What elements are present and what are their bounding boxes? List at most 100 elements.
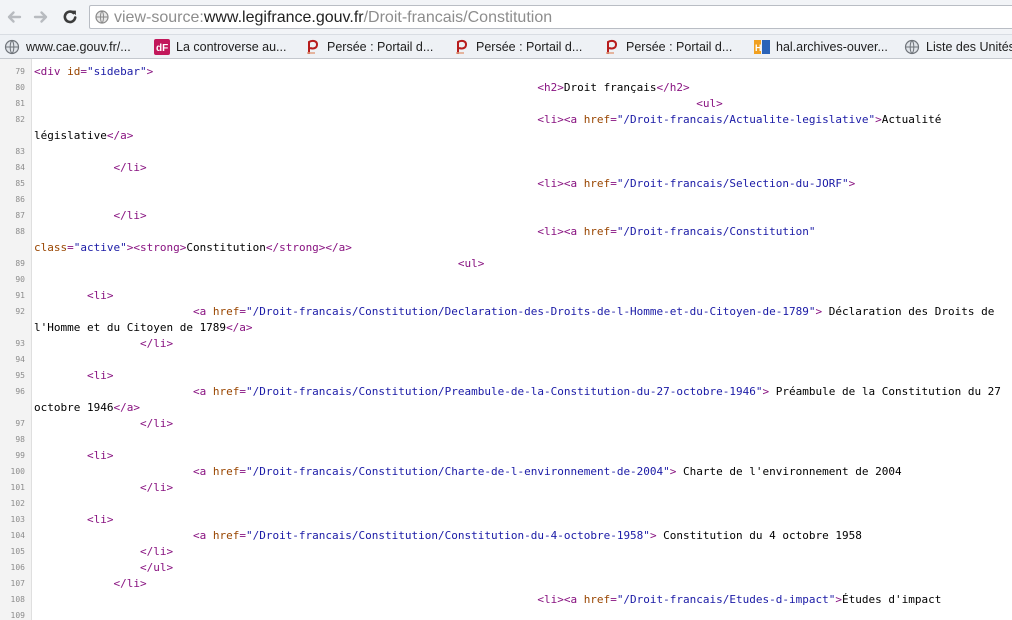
source-token: <ul> <box>457 257 485 270</box>
source-token: <li> <box>86 369 114 382</box>
reload-icon <box>61 8 79 26</box>
source-line: l'Homme et du Citoyen de 1789</a> <box>34 320 253 336</box>
back-button[interactable] <box>3 6 25 28</box>
svg-text:H: H <box>755 43 762 53</box>
line-number: 87 <box>15 211 25 220</box>
source-token <box>34 113 537 126</box>
source-token: Constitution <box>186 241 266 254</box>
source-token: href <box>212 385 240 398</box>
source-line: <div id="sidebar"> <box>34 64 153 80</box>
source-token: Constitution du 4 octobre 1958 <box>656 529 862 542</box>
line-number: 93 <box>15 339 25 348</box>
source-token: = <box>239 529 246 542</box>
source-token <box>34 513 87 526</box>
line-number: 101 <box>10 483 25 492</box>
source-token: = <box>67 241 74 254</box>
line-number: 103 <box>10 515 25 524</box>
bookmarks-bar: www.cae.gouv.fr/... dF La controverse au… <box>0 35 1012 59</box>
page-globe-icon <box>95 10 109 24</box>
source-line: </li> <box>34 576 147 592</box>
bookmark-label: Persée : Portail d... <box>327 39 434 54</box>
bookmark-liste-unites[interactable]: Liste des Unités <box>904 37 1012 56</box>
source-token: href <box>583 177 611 190</box>
forward-button[interactable] <box>30 6 52 28</box>
bookmark-hal[interactable]: H hal.archives-ouver... <box>754 37 888 56</box>
source-token: "active" <box>73 241 127 254</box>
source-token: "/Droit-francais/Constitution/Charte-de-… <box>245 465 670 478</box>
source-token: "/Droit-francais/Constitution/Constituti… <box>245 529 650 542</box>
source-token: </li> <box>139 337 174 350</box>
bookmark-persee-1[interactable]: Persée : Portail d... <box>305 37 433 56</box>
source-token: href <box>583 593 611 606</box>
source-line: <li><a href="/Droit-francais/Actualite-l… <box>34 112 941 128</box>
bookmark-label: Liste des Unités <box>926 39 1012 54</box>
url-host: www.legifrance.gouv.fr <box>203 9 364 26</box>
line-number: 106 <box>10 563 25 572</box>
line-number: 80 <box>15 83 25 92</box>
source-line: <ul> <box>34 96 723 112</box>
source-token <box>34 177 537 190</box>
reload-button[interactable] <box>59 6 81 28</box>
line-number: 105 <box>10 547 25 556</box>
source-token: "/Droit-francais/Constitution/Declaratio… <box>245 305 816 318</box>
source-token <box>34 209 113 222</box>
globe-icon <box>4 39 20 55</box>
source-view[interactable]: 79 <div id="sidebar"> 80 <h2>Droit françai… <box>0 59 1012 620</box>
source-token <box>34 289 87 302</box>
source-token: <ul> <box>696 97 723 110</box>
source-line: <li> <box>34 448 114 464</box>
line-number: 88 <box>15 227 25 236</box>
source-token: "sidebar" <box>87 65 147 78</box>
source-line: </li> <box>34 416 173 432</box>
bookmark-label: La controverse au... <box>176 39 287 54</box>
source-token: <li><a <box>537 593 584 606</box>
source-line: <li> <box>34 512 114 528</box>
line-number: 108 <box>10 595 25 604</box>
source-token: <div <box>34 65 68 78</box>
source-line: <a href="/Droit-francais/Constitution/Ch… <box>34 464 902 480</box>
source-token: href <box>583 225 611 238</box>
source-line: </li> <box>34 544 173 560</box>
source-line: <li> <box>34 368 114 384</box>
source-token: </li> <box>139 417 174 430</box>
url-text: view-source:www.legifrance.gouv.fr/Droit… <box>114 9 552 27</box>
source-token: href <box>212 529 240 542</box>
source-token: </li> <box>139 545 174 558</box>
source-token: = <box>610 225 617 238</box>
source-line: octobre 1946</a> <box>34 400 140 416</box>
source-token <box>34 257 458 270</box>
source-token: <a <box>192 465 213 478</box>
source-token: href <box>212 305 240 318</box>
bookmark-controverse[interactable]: dF La controverse au... <box>154 37 286 56</box>
source-token <box>34 449 87 462</box>
source-token: <a <box>192 305 213 318</box>
source-token: </a> <box>113 401 140 414</box>
bookmark-label: www.cae.gouv.fr/... <box>26 39 131 54</box>
line-number: 86 <box>15 195 25 204</box>
source-token: href <box>212 465 240 478</box>
source-token <box>34 161 113 174</box>
source-token: octobre 1946 <box>34 401 114 414</box>
source-token: Préambule de la Constitution du 27 <box>769 385 1001 398</box>
line-number: 82 <box>15 115 25 124</box>
source-token: <h2> <box>537 81 564 94</box>
source-token: </li> <box>139 481 174 494</box>
source-line: <h2>Droit français</h2> <box>34 80 689 96</box>
address-bar[interactable]: view-source:www.legifrance.gouv.fr/Droit… <box>89 5 1012 29</box>
persee-favicon <box>454 39 470 55</box>
source-token: </li> <box>113 577 147 590</box>
source-token: </ul> <box>139 561 174 574</box>
source-token: = <box>80 65 87 78</box>
source-token: <a <box>192 529 213 542</box>
source-token: "/Droit-francais/Constitution/Preambule-… <box>245 385 763 398</box>
source-token: </li> <box>113 209 147 222</box>
source-token: = <box>610 177 617 190</box>
svg-text:dF: dF <box>156 43 168 54</box>
source-token: Actualité <box>881 113 942 126</box>
bookmark-persee-3[interactable]: Persée : Portail d... <box>604 37 732 56</box>
source-token: = <box>610 113 617 126</box>
bookmark-persee-2[interactable]: Persée : Portail d... <box>454 37 582 56</box>
source-token: id <box>67 65 81 78</box>
bookmark-cae[interactable]: www.cae.gouv.fr/... <box>4 37 131 56</box>
source-token <box>34 417 140 430</box>
